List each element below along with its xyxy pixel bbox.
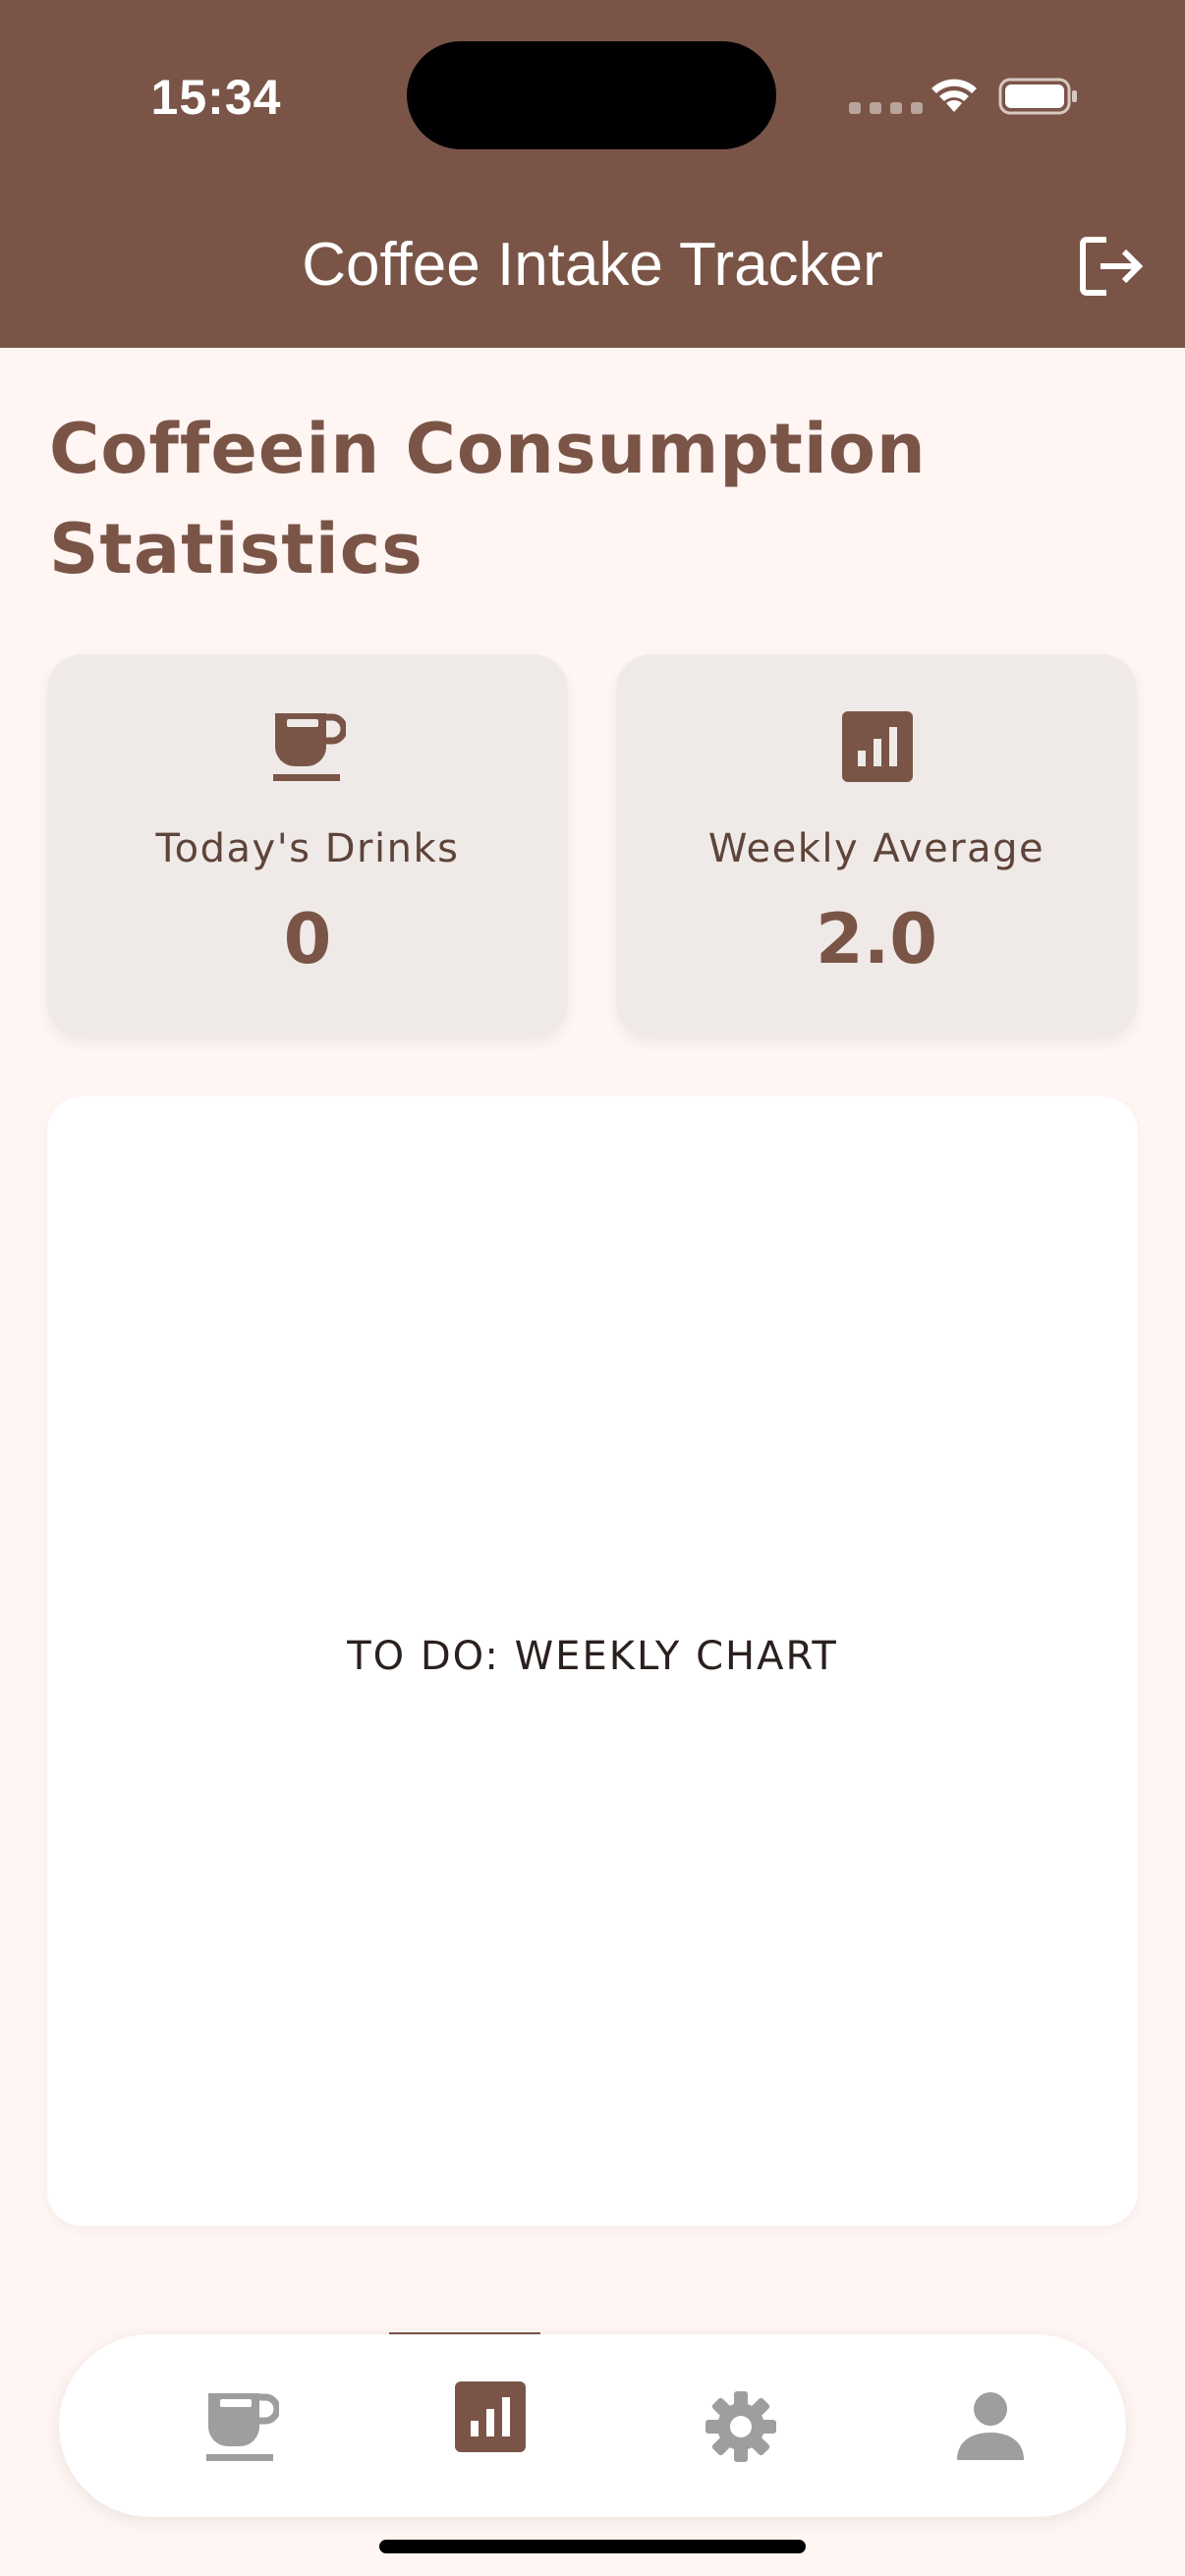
chart-placeholder-text: TO DO: WEEKLY CHART — [347, 1634, 838, 1679]
coffee-cup-icon — [206, 2393, 279, 2461]
stat-value: 2.0 — [815, 899, 937, 980]
page-title: Coffeein Consumption Statistics — [49, 409, 927, 589]
weekly-average-card: Weekly Average 2.0 — [616, 654, 1137, 1037]
nav-item-settings[interactable] — [641, 2334, 837, 2517]
gear-icon — [705, 2391, 776, 2462]
stat-label: Today's Drinks — [155, 826, 460, 871]
screen: 15:34 Coffee Intake Tracker Coffeein Con… — [0, 0, 1185, 2576]
stat-value: 0 — [283, 899, 332, 980]
bar-chart-icon — [455, 2381, 526, 2452]
logout-icon[interactable] — [1077, 232, 1148, 301]
battery-icon — [998, 78, 1077, 115]
status-time: 15:34 — [150, 70, 282, 125]
app-title: Coffee Intake Tracker — [302, 231, 883, 299]
nav-item-log[interactable] — [141, 2334, 338, 2517]
nav-item-statistics[interactable] — [390, 2334, 587, 2517]
coffee-cup-icon — [273, 713, 346, 781]
todays-drinks-card: Today's Drinks 0 — [47, 654, 568, 1037]
weekly-chart-card: TO DO: WEEKLY CHART — [47, 1096, 1138, 2226]
cellular-signal-icon — [849, 102, 923, 114]
dynamic-island — [407, 41, 776, 149]
nav-item-profile[interactable] — [890, 2334, 1087, 2517]
bar-chart-icon — [842, 711, 913, 782]
person-icon — [957, 2392, 1024, 2460]
app-bar: 15:34 Coffee Intake Tracker — [0, 0, 1185, 348]
stat-label: Weekly Average — [707, 826, 1045, 871]
bottom-navigation — [59, 2334, 1126, 2517]
home-indicator — [379, 2540, 806, 2553]
wifi-icon — [931, 79, 977, 112]
